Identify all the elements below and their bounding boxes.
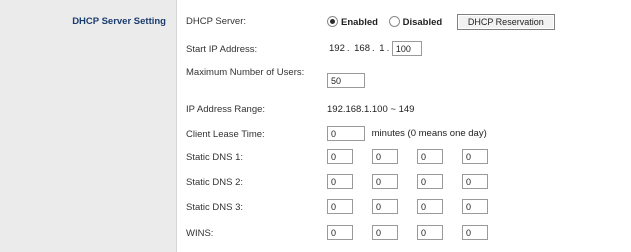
wins-octet-2-input[interactable]: 0 [372,225,398,240]
dns1-octet-3-input[interactable]: 0 [417,149,443,164]
dhcp-enabled-label: Enabled [341,17,378,28]
wins-octet-1-input[interactable]: 0 [327,225,353,240]
start-ip-octet-2: 168 [354,43,370,54]
start-ip-label: Start IP Address: [186,44,258,55]
section-title: DHCP Server Setting [72,16,166,27]
dns2-octet-3-input[interactable]: 0 [417,174,443,189]
start-ip-octet-3: 1 [379,43,385,54]
static-dns2-label: Static DNS 2: [186,177,244,188]
dhcp-disabled-radio[interactable] [388,16,400,27]
dhcp-reservation-button[interactable]: DHCP Reservation [456,14,555,30]
dns2-octet-1-input[interactable]: 0 [327,174,353,189]
start-ip-last-octet-input[interactable]: 100 [391,41,422,56]
dhcp-enabled-radio[interactable] [327,16,338,27]
left-panel: DHCP Server Setting [0,0,177,252]
wins-label: WINS: [186,228,214,239]
wins-octet-4-input[interactable]: 0 [462,225,488,240]
dns3-octet-3-input[interactable]: 0 [417,199,443,214]
dns1-octet-1-input[interactable]: 0 [327,149,353,164]
max-users-label: Maximum Number of Users: [186,67,305,78]
static-dns3-label: Static DNS 3: [186,202,244,213]
dns3-octet-1-input[interactable]: 0 [327,199,353,214]
ip-range-label: IP Address Range: [186,104,266,115]
dns3-octet-4-input[interactable]: 0 [462,199,488,214]
static-dns1-label: Static DNS 1: [186,152,244,163]
start-ip-octet-1: 192 [329,43,345,54]
dns2-octet-4-input[interactable]: 0 [462,174,488,189]
ip-range-value: 192.168.1.100 ~ 149 [327,104,415,115]
dns3-octet-2-input[interactable]: 0 [372,199,398,214]
dhcp-server-label: DHCP Server: [186,16,247,27]
max-users-input[interactable]: 50 [327,73,365,88]
lease-time-note: minutes (0 means one day) [371,128,487,140]
dns1-octet-2-input[interactable]: 0 [372,149,398,164]
dhcp-disabled-label: Disabled [402,17,443,28]
dns1-octet-4-input[interactable]: 0 [462,149,488,164]
dns2-octet-2-input[interactable]: 0 [372,174,398,189]
lease-time-label: Client Lease Time: [186,129,265,140]
lease-time-input[interactable]: 0 [327,126,365,141]
wins-octet-3-input[interactable]: 0 [417,225,443,240]
